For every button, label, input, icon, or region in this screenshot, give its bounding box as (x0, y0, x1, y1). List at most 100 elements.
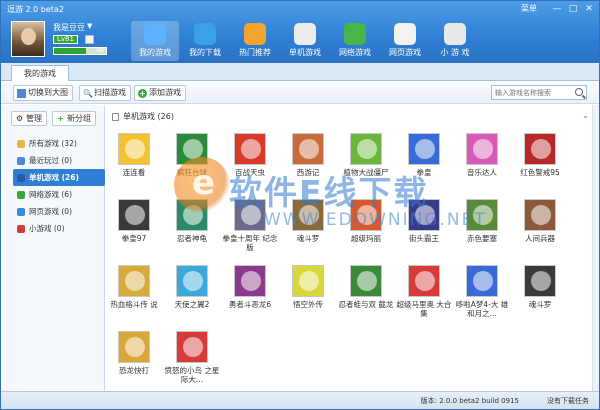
scrollbar[interactable] (592, 105, 599, 391)
nav-item-label: 小 游 戏 (440, 48, 470, 57)
nav-item-label: 我的下载 (189, 48, 221, 57)
nav-item-4[interactable]: 网络游戏 (331, 21, 379, 61)
pc-game-icon (112, 112, 119, 121)
sidebar-category-label: 所有游戏 (32) (29, 139, 77, 148)
new-group-button[interactable]: + 新分组 (52, 111, 96, 126)
search-box (491, 85, 587, 100)
mail-icon[interactable] (85, 35, 94, 44)
app-window: 逗游 2.0 beta2 菜单 — □ ✕ 我是豆豆 ▼ Lv81 98 我的游… (0, 0, 600, 410)
plus-icon: + (57, 114, 64, 123)
nav-item-0[interactable]: 我的游戏 (131, 21, 179, 61)
game-thumbnail-icon (350, 133, 382, 165)
game-item[interactable]: 拳皇97 (106, 199, 162, 259)
joystick-icon (444, 23, 466, 45)
category-list: 所有游戏 (32) 最近玩过 (0) 单机游戏 (26) 网络游戏 (6) 网页游戏 (… (13, 135, 105, 237)
game-thumbnail-icon (118, 133, 150, 165)
menu-button[interactable]: 菜单 (521, 3, 537, 14)
joystick-icon (17, 224, 25, 233)
nav-item-3[interactable]: 单机游戏 (281, 21, 329, 61)
game-thumbnail-icon (524, 199, 556, 231)
section-title: 单机游戏 (26) (123, 112, 174, 121)
download-status[interactable]: 没有下载任务 (547, 396, 589, 406)
search-icon[interactable] (575, 88, 583, 96)
game-item[interactable]: 热血格斗传 说 (106, 265, 162, 325)
game-item[interactable]: 音乐达人 (454, 133, 510, 193)
scan-games-button[interactable]: 🔍 扫描游戏 (79, 85, 131, 101)
switch-view-button[interactable]: 切换到大图 (13, 85, 73, 101)
username[interactable]: 我是豆豆 (53, 22, 85, 33)
game-item[interactable]: 超级马里奥 大合集 (396, 265, 452, 325)
game-thumbnail-icon (408, 265, 440, 297)
game-thumbnail-icon (292, 133, 324, 165)
nav-item-label: 网络游戏 (339, 48, 371, 57)
maximize-button[interactable]: □ (567, 4, 579, 14)
nav-item-2[interactable]: 热门推荐 (231, 21, 279, 61)
game-panel: 单机游戏 (26) ⌄ 连连看疯狂台球百战天虫西游记植物大战僵尸拳皇音乐达人红色… (106, 105, 599, 391)
game-item[interactable]: 勇者斗恶龙6 (222, 265, 278, 325)
collapse-icon[interactable]: ⌄ (582, 111, 589, 120)
sidebar-category-4[interactable]: 网页游戏 (0) (13, 203, 105, 220)
game-item[interactable]: 连连看 (106, 133, 162, 193)
section-header[interactable]: 单机游戏 (26) (112, 111, 174, 122)
game-label: 恐龙快打 (119, 366, 149, 375)
nav-item-6[interactable]: 小 游 戏 (431, 21, 479, 61)
sidebar-category-3[interactable]: 网络游戏 (6) (13, 186, 105, 203)
person-icon (144, 23, 166, 45)
game-item[interactable]: 哆啦A梦4-大 雄和月之... (454, 265, 510, 325)
game-label: 音乐达人 (467, 168, 497, 177)
watermark-url: WWW.EDOWNING.NET (264, 210, 487, 230)
game-item[interactable]: 红色警戒95 (512, 133, 568, 193)
game-label: 魂斗罗 (528, 300, 552, 309)
gear-icon (194, 23, 216, 45)
version-text: 版本: 2.0.0 beta2 build 0915 (420, 397, 519, 405)
nav-item-label: 单机游戏 (289, 48, 321, 57)
close-button[interactable]: ✕ (583, 4, 595, 14)
network-game-icon (344, 23, 366, 45)
game-item[interactable]: 悟空外传 (280, 265, 336, 325)
sidebar-category-label: 最近玩过 (0) (29, 156, 73, 165)
window-controls: 菜单 — □ ✕ (521, 3, 595, 14)
watermark-logo-icon (174, 157, 230, 213)
game-label: 天使之翼2 (174, 300, 210, 309)
minimize-button[interactable]: — (551, 4, 563, 14)
folder-icon (17, 139, 25, 148)
game-label: 红色警戒95 (520, 168, 560, 177)
add-game-button[interactable]: + 添加游戏 (134, 85, 186, 101)
game-label: 连连看 (122, 168, 146, 177)
game-thumbnail-icon (292, 265, 324, 297)
game-item[interactable]: 人间兵器 (512, 199, 568, 259)
grid-view-icon (17, 88, 26, 98)
sidebar-category-1[interactable]: 最近玩过 (0) (13, 152, 105, 169)
game-item[interactable]: 天使之翼2 (164, 265, 220, 325)
game-thumbnail-icon (118, 331, 150, 363)
game-label: 拳皇十周年 纪念版 (222, 234, 278, 252)
switch-view-label: 切换到大图 (28, 88, 68, 97)
tab-my-games[interactable]: 我的游戏 (11, 65, 69, 81)
magnifier-icon: 🔍 (83, 88, 93, 98)
sidebar-category-0[interactable]: 所有游戏 (32) (13, 135, 105, 152)
game-thumbnail-icon (466, 133, 498, 165)
game-thumbnail-icon (524, 133, 556, 165)
avatar[interactable] (11, 21, 45, 57)
manage-button[interactable]: ⚙ 管理 (11, 111, 47, 126)
app-title: 逗游 2.0 beta2 (7, 5, 64, 14)
game-thumbnail-icon (524, 265, 556, 297)
sidebar-category-2[interactable]: 单机游戏 (26) (13, 169, 105, 186)
clock-icon (17, 156, 25, 165)
game-item[interactable]: 愤怒的小鸟 之星际大... (164, 331, 220, 391)
game-label: 超级马里奥 大合集 (396, 300, 452, 318)
game-item[interactable]: 魂斗罗 (512, 265, 568, 325)
pc-game-icon (17, 173, 25, 182)
nav-item-5[interactable]: 网页游戏 (381, 21, 429, 61)
gamepad-icon (294, 23, 316, 45)
game-item[interactable]: 恐龙快打 (106, 331, 162, 391)
chevron-down-icon[interactable]: ▼ (87, 22, 92, 30)
game-label: 忍者神龟 (177, 234, 207, 243)
sidebar-category-5[interactable]: 小游戏 (0) (13, 220, 105, 237)
game-item[interactable]: 忍者蛙与双 截龙 (338, 265, 394, 325)
game-label: 忍者蛙与双 截龙 (338, 300, 394, 309)
nav-item-1[interactable]: 我的下载 (181, 21, 229, 61)
search-input[interactable] (492, 86, 572, 99)
new-group-label: 新分组 (67, 114, 91, 123)
web-game-icon (394, 23, 416, 45)
